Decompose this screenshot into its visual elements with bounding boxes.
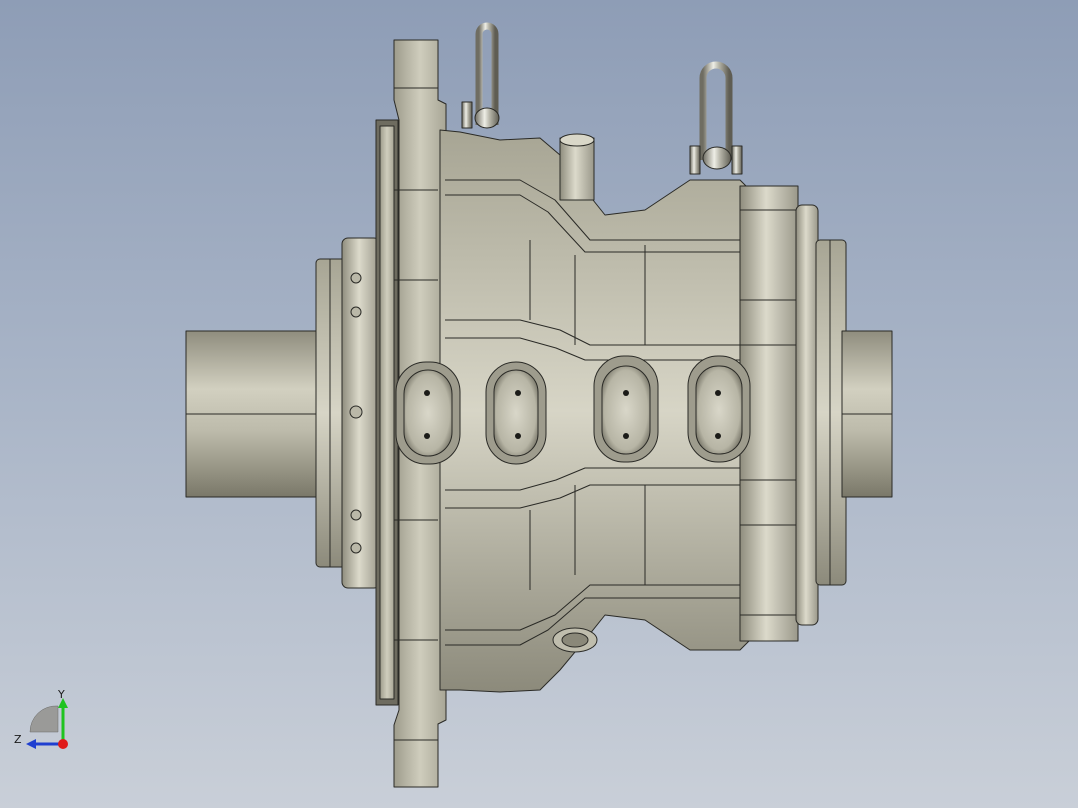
cad-viewport[interactable]: Y Z	[0, 0, 1078, 808]
lifting-eye-right	[699, 61, 733, 160]
z-axis-label: Z	[14, 733, 22, 746]
y-axis-label: Y	[57, 688, 65, 701]
gear-housing-model[interactable]	[0, 0, 1078, 808]
triad-quadrant	[29, 705, 59, 733]
origin-dot	[58, 739, 68, 749]
top-boss	[559, 137, 595, 201]
orientation-triad: Y Z	[14, 688, 68, 749]
